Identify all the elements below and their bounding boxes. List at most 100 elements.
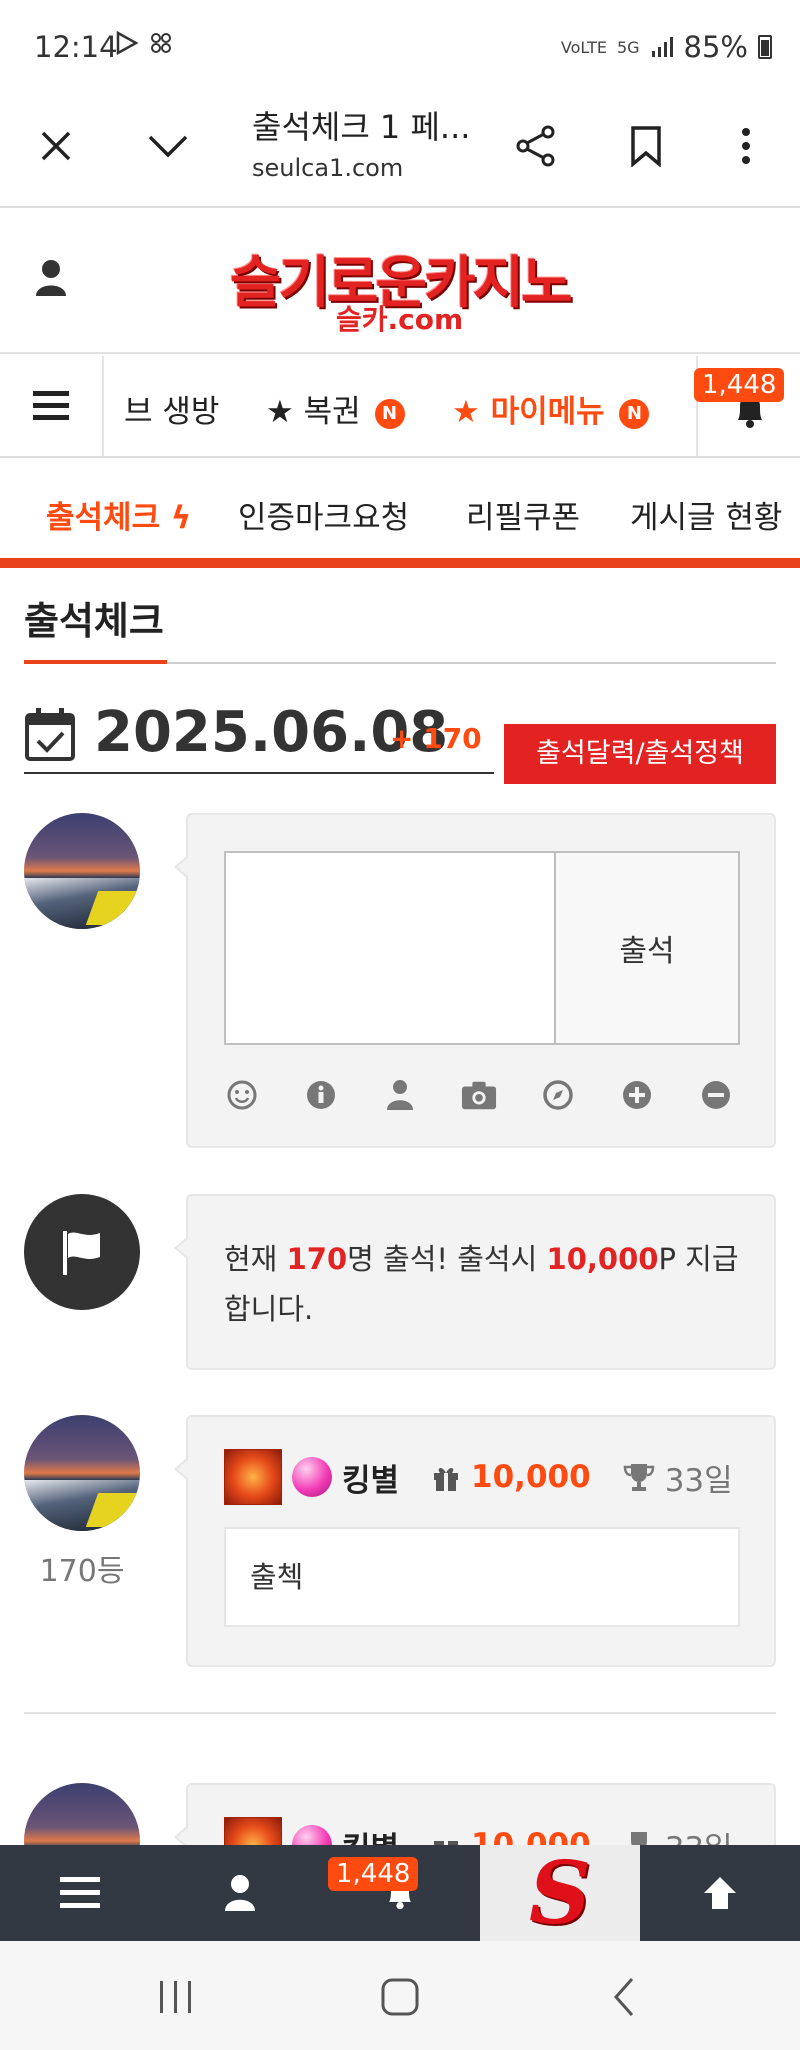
- avatar[interactable]: [24, 1415, 140, 1531]
- menu-item-lottery-label: ★ 복권: [266, 394, 361, 430]
- attendance-notice: 현재 170명 출석! 출석시 10,000P 지급합니다.: [174, 1194, 776, 1370]
- plus-circle-icon: [623, 1081, 651, 1109]
- comment-textarea[interactable]: [224, 851, 556, 1045]
- camera-icon: [461, 1081, 497, 1110]
- bottom-menu-button[interactable]: [40, 1845, 120, 1941]
- notification-icons: [114, 30, 174, 63]
- bottom-account-button[interactable]: [200, 1845, 280, 1941]
- notice-avatar: [24, 1194, 140, 1310]
- entry-points: 10,000: [471, 1459, 591, 1495]
- attendance-rank: 170등: [39, 1554, 125, 1589]
- status-right: VoLTE 5G 85%: [561, 30, 772, 64]
- calendar-check-icon: [25, 708, 75, 761]
- date-row: 2025.06.08 + 170: [24, 700, 494, 774]
- bottom-notifications-button[interactable]: 1,448: [328, 1845, 440, 1941]
- consecutive-days: 33일: [664, 1462, 733, 1499]
- remove-button[interactable]: [698, 1077, 734, 1113]
- home-square-icon: [381, 1978, 419, 2016]
- tab-attendance[interactable]: 출석체크 ϟ: [46, 492, 191, 537]
- notice-text: 현재 170명 출석! 출석시 10,000P 지급합니다.: [224, 1242, 739, 1326]
- main-menu: 브 생방 ★ 복권 N ★ 마이메뉴 N 1,448: [0, 356, 800, 458]
- entry-divider: [24, 1712, 776, 1714]
- hamburger-icon: [33, 391, 69, 420]
- user-button[interactable]: [382, 1077, 418, 1113]
- add-button[interactable]: [619, 1077, 655, 1113]
- battery-icon: [758, 35, 772, 59]
- scroll-top-button[interactable]: [680, 1845, 760, 1941]
- status-time: 12:14: [34, 30, 118, 64]
- attendee-count: 170: [286, 1242, 348, 1276]
- entry-header: 킹별 10,000 33일: [224, 1449, 733, 1505]
- avatar: [24, 813, 140, 929]
- share-button[interactable]: [504, 114, 568, 178]
- gift-icon: [434, 1468, 459, 1491]
- nickname[interactable]: 킹별: [342, 1455, 399, 1500]
- photo-button[interactable]: [461, 1077, 497, 1113]
- recent-apps-icon: [160, 1981, 191, 2013]
- arrow-up-icon: [704, 1877, 736, 1909]
- site-header: 슬기로운카지노 슬카.com: [0, 208, 800, 354]
- attend-submit-button[interactable]: 출석: [554, 851, 740, 1045]
- smile-icon: [227, 1080, 257, 1110]
- account-button[interactable]: [34, 258, 68, 302]
- close-tab-button[interactable]: [24, 114, 88, 178]
- tab-cert-mark-request[interactable]: 인증마크요청: [238, 492, 409, 537]
- more-vert-icon: [742, 128, 750, 164]
- back-button[interactable]: [594, 1969, 654, 2025]
- bookmark-icon: [631, 126, 661, 167]
- menu-toggle-button[interactable]: [0, 356, 104, 456]
- notification-count-badge: 1,448: [328, 1857, 419, 1891]
- composer-toolbar: [224, 1077, 734, 1117]
- info-button[interactable]: [303, 1077, 339, 1113]
- home-button[interactable]: [370, 1969, 430, 2025]
- info-icon: [307, 1081, 335, 1109]
- battery-percent: 85%: [683, 30, 748, 64]
- browser-toolbar: 출석체크 1 페... seulca1.com: [0, 90, 800, 208]
- flag-icon: [63, 1231, 100, 1275]
- entry-comment: 출첵: [224, 1527, 740, 1627]
- notification-count-badge: 1,448: [694, 368, 785, 402]
- signal-icon: [651, 37, 673, 57]
- bottom-nav: 1,448 S: [0, 1842, 800, 1944]
- chevron-down-icon: [148, 135, 188, 158]
- tab-post-status[interactable]: 게시글 현황: [630, 492, 782, 537]
- menu-item-lottery[interactable]: ★ 복권 N: [266, 386, 405, 431]
- sub-tabs: 출석체크 ϟ 인증마크요청 리필쿠폰 게시글 현황: [0, 458, 800, 568]
- attendance-calendar-button[interactable]: 출석달력/출석정책: [504, 724, 776, 784]
- back-chevron-icon: [613, 1978, 634, 2016]
- minimize-button[interactable]: [136, 114, 200, 178]
- app-icon: [151, 33, 172, 53]
- new-badge: N: [619, 398, 650, 429]
- logo-letter: S: [528, 1842, 592, 1944]
- page-url[interactable]: seulca1.com: [252, 154, 403, 182]
- hamburger-icon: [60, 1877, 100, 1908]
- compass-icon: [543, 1080, 573, 1110]
- title-underline: [24, 660, 167, 664]
- attendance-composer: 출석: [174, 813, 776, 1148]
- menu-item-mymenu[interactable]: ★ 마이메뉴 N: [452, 386, 650, 431]
- user-icon: [387, 1080, 413, 1110]
- minus-circle-icon: [702, 1081, 730, 1109]
- recent-apps-button[interactable]: [146, 1969, 206, 2025]
- bookmark-button[interactable]: [614, 114, 678, 178]
- user-icon: [225, 1875, 255, 1911]
- share-icon: [516, 125, 555, 167]
- notifications-button[interactable]: 1,448: [694, 356, 800, 456]
- trophy-icon: [623, 1464, 654, 1491]
- bottom-home-logo[interactable]: S: [480, 1842, 640, 1944]
- close-icon: [41, 131, 71, 161]
- attendance-entry: 킹별 10,000 33일 출첵: [174, 1415, 776, 1667]
- page-title: 출석체크: [24, 599, 164, 643]
- more-options-button[interactable]: [714, 114, 778, 178]
- volte-icon: VoLTE: [560, 37, 607, 57]
- attendance-count: + 170: [390, 722, 482, 755]
- tab-refill-coupon[interactable]: 리필쿠폰: [466, 492, 580, 537]
- play-store-icon: [116, 30, 139, 56]
- status-bar: 12:14 VoLTE 5G 85%: [0, 0, 800, 90]
- reward-points: 10,000: [546, 1242, 659, 1276]
- emoji-button[interactable]: [224, 1077, 260, 1113]
- system-nav-bar: [0, 1941, 800, 2050]
- gem-icon: [292, 1457, 332, 1497]
- menu-item-live[interactable]: 브 생방: [124, 386, 219, 431]
- compass-button[interactable]: [540, 1077, 576, 1113]
